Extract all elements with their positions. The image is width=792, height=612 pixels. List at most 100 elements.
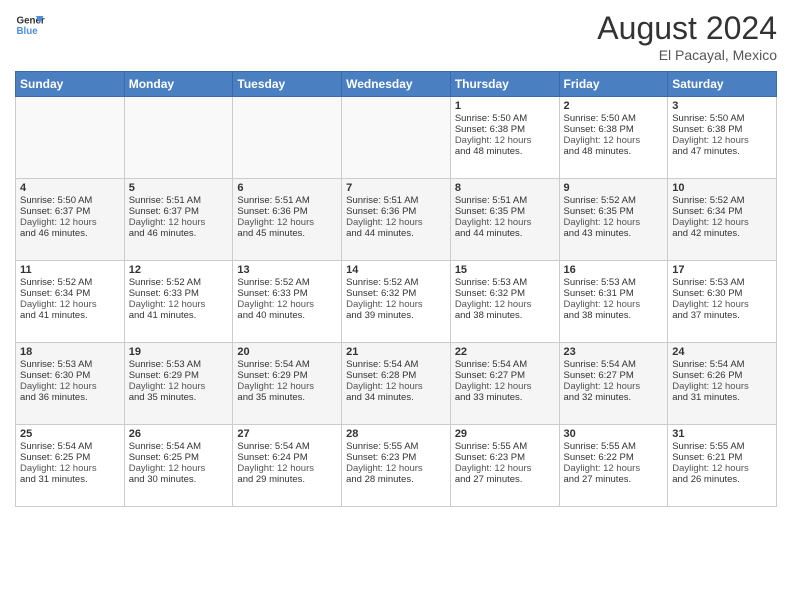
daylight-label: Daylight: 12 hours	[455, 381, 532, 392]
day-cell-3-1: 19Sunrise: 5:53 AMSunset: 6:29 PMDayligh…	[124, 343, 233, 425]
day-number: 6	[237, 182, 337, 194]
sunrise-text: Sunrise: 5:51 AM	[346, 195, 418, 206]
day-number: 17	[672, 264, 772, 276]
sunset-text: Sunset: 6:28 PM	[346, 370, 416, 381]
day-number: 3	[672, 100, 772, 112]
week-row-3: 18Sunrise: 5:53 AMSunset: 6:30 PMDayligh…	[16, 343, 777, 425]
sunrise-text: Sunrise: 5:52 AM	[346, 277, 418, 288]
sunrise-text: Sunrise: 5:53 AM	[455, 277, 527, 288]
day-number: 23	[564, 346, 664, 358]
day-cell-1-4: 8Sunrise: 5:51 AMSunset: 6:35 PMDaylight…	[450, 179, 559, 261]
sunset-text: Sunset: 6:31 PM	[564, 288, 634, 299]
month-title: August 2024	[597, 10, 777, 47]
day-cell-1-6: 10Sunrise: 5:52 AMSunset: 6:34 PMDayligh…	[668, 179, 777, 261]
sunset-text: and 41 minutes.	[20, 310, 88, 321]
sunset-text: Sunset: 6:38 PM	[455, 124, 525, 135]
sunrise-text: Sunrise: 5:53 AM	[129, 359, 201, 370]
sunset-text: Sunset: 6:32 PM	[346, 288, 416, 299]
daylight-label: Daylight: 12 hours	[672, 135, 749, 146]
header-wednesday: Wednesday	[342, 72, 451, 97]
sunset-text: and 26 minutes.	[672, 474, 740, 485]
sunset-text: and 36 minutes.	[20, 392, 88, 403]
day-cell-4-4: 29Sunrise: 5:55 AMSunset: 6:23 PMDayligh…	[450, 425, 559, 507]
daylight-label: Daylight: 12 hours	[129, 217, 206, 228]
sunrise-text: Sunrise: 5:55 AM	[672, 441, 744, 452]
sunrise-text: Sunrise: 5:54 AM	[672, 359, 744, 370]
day-number: 21	[346, 346, 446, 358]
day-cell-2-1: 12Sunrise: 5:52 AMSunset: 6:33 PMDayligh…	[124, 261, 233, 343]
day-number: 1	[455, 100, 555, 112]
sunset-text: and 45 minutes.	[237, 228, 305, 239]
sunset-text: and 40 minutes.	[237, 310, 305, 321]
day-number: 5	[129, 182, 229, 194]
sunset-text: Sunset: 6:34 PM	[672, 206, 742, 217]
week-row-1: 4Sunrise: 5:50 AMSunset: 6:37 PMDaylight…	[16, 179, 777, 261]
logo-icon: General Blue	[15, 10, 45, 40]
daylight-label: Daylight: 12 hours	[20, 381, 97, 392]
day-number: 18	[20, 346, 120, 358]
day-cell-4-5: 30Sunrise: 5:55 AMSunset: 6:22 PMDayligh…	[559, 425, 668, 507]
sunset-text: Sunset: 6:29 PM	[129, 370, 199, 381]
sunset-text: Sunset: 6:27 PM	[455, 370, 525, 381]
daylight-label: Daylight: 12 hours	[346, 463, 423, 474]
day-number: 13	[237, 264, 337, 276]
day-cell-4-2: 27Sunrise: 5:54 AMSunset: 6:24 PMDayligh…	[233, 425, 342, 507]
daylight-label: Daylight: 12 hours	[564, 135, 641, 146]
sunset-text: Sunset: 6:29 PM	[237, 370, 307, 381]
day-cell-0-2	[233, 97, 342, 179]
daylight-label: Daylight: 12 hours	[564, 299, 641, 310]
day-number: 31	[672, 428, 772, 440]
day-number: 4	[20, 182, 120, 194]
day-cell-0-6: 3Sunrise: 5:50 AMSunset: 6:38 PMDaylight…	[668, 97, 777, 179]
sunset-text: and 38 minutes.	[455, 310, 523, 321]
daylight-label: Daylight: 12 hours	[20, 217, 97, 228]
sunrise-text: Sunrise: 5:54 AM	[346, 359, 418, 370]
day-cell-0-5: 2Sunrise: 5:50 AMSunset: 6:38 PMDaylight…	[559, 97, 668, 179]
svg-text:Blue: Blue	[17, 26, 39, 37]
sunset-text: Sunset: 6:35 PM	[455, 206, 525, 217]
day-number: 8	[455, 182, 555, 194]
sunrise-text: Sunrise: 5:52 AM	[564, 195, 636, 206]
sunrise-text: Sunrise: 5:50 AM	[20, 195, 92, 206]
header-saturday: Saturday	[668, 72, 777, 97]
sunset-text: and 27 minutes.	[564, 474, 632, 485]
week-row-2: 11Sunrise: 5:52 AMSunset: 6:34 PMDayligh…	[16, 261, 777, 343]
daylight-label: Daylight: 12 hours	[129, 299, 206, 310]
daylight-label: Daylight: 12 hours	[346, 381, 423, 392]
sunset-text: and 27 minutes.	[455, 474, 523, 485]
sunrise-text: Sunrise: 5:52 AM	[237, 277, 309, 288]
daylight-label: Daylight: 12 hours	[20, 463, 97, 474]
calendar: Sunday Monday Tuesday Wednesday Thursday…	[15, 71, 777, 507]
sunrise-text: Sunrise: 5:51 AM	[455, 195, 527, 206]
daylight-label: Daylight: 12 hours	[237, 381, 314, 392]
header-tuesday: Tuesday	[233, 72, 342, 97]
sunset-text: and 28 minutes.	[346, 474, 414, 485]
week-row-0: 1Sunrise: 5:50 AMSunset: 6:38 PM Daylight…	[16, 97, 777, 179]
sunset-text: and 38 minutes.	[564, 310, 632, 321]
sunset-text: Sunset: 6:26 PM	[672, 370, 742, 381]
sunset-text: Sunset: 6:27 PM	[564, 370, 634, 381]
day-number: 12	[129, 264, 229, 276]
sunrise-text: Sunrise: 5:55 AM	[455, 441, 527, 452]
day-cell-4-1: 26Sunrise: 5:54 AMSunset: 6:25 PMDayligh…	[124, 425, 233, 507]
sunset-text: and 33 minutes.	[455, 392, 523, 403]
daylight-label: Daylight: 12 hours	[455, 463, 532, 474]
sunrise-text: Sunrise: 5:54 AM	[237, 359, 309, 370]
day-cell-3-5: 23Sunrise: 5:54 AMSunset: 6:27 PMDayligh…	[559, 343, 668, 425]
sunrise-text: Sunrise: 5:53 AM	[672, 277, 744, 288]
sunrise-text: Sunrise: 5:50 AM	[455, 113, 527, 124]
header-sunday: Sunday	[16, 72, 125, 97]
sunset-text: Sunset: 6:25 PM	[20, 452, 90, 463]
daylight-label: Daylight: 12 hours	[237, 299, 314, 310]
sunrise-text: Sunrise: 5:55 AM	[564, 441, 636, 452]
sunrise-text: Sunrise: 5:52 AM	[129, 277, 201, 288]
daylight-label: Daylight: 12 hours	[20, 299, 97, 310]
day-number: 29	[455, 428, 555, 440]
day-number: 26	[129, 428, 229, 440]
sunset-text: and 31 minutes.	[20, 474, 88, 485]
sunrise-text: Sunrise: 5:51 AM	[237, 195, 309, 206]
sunset-text: Sunset: 6:37 PM	[20, 206, 90, 217]
sunrise-text: Sunrise: 5:52 AM	[20, 277, 92, 288]
day-cell-4-6: 31Sunrise: 5:55 AMSunset: 6:21 PMDayligh…	[668, 425, 777, 507]
day-cell-4-3: 28Sunrise: 5:55 AMSunset: 6:23 PMDayligh…	[342, 425, 451, 507]
